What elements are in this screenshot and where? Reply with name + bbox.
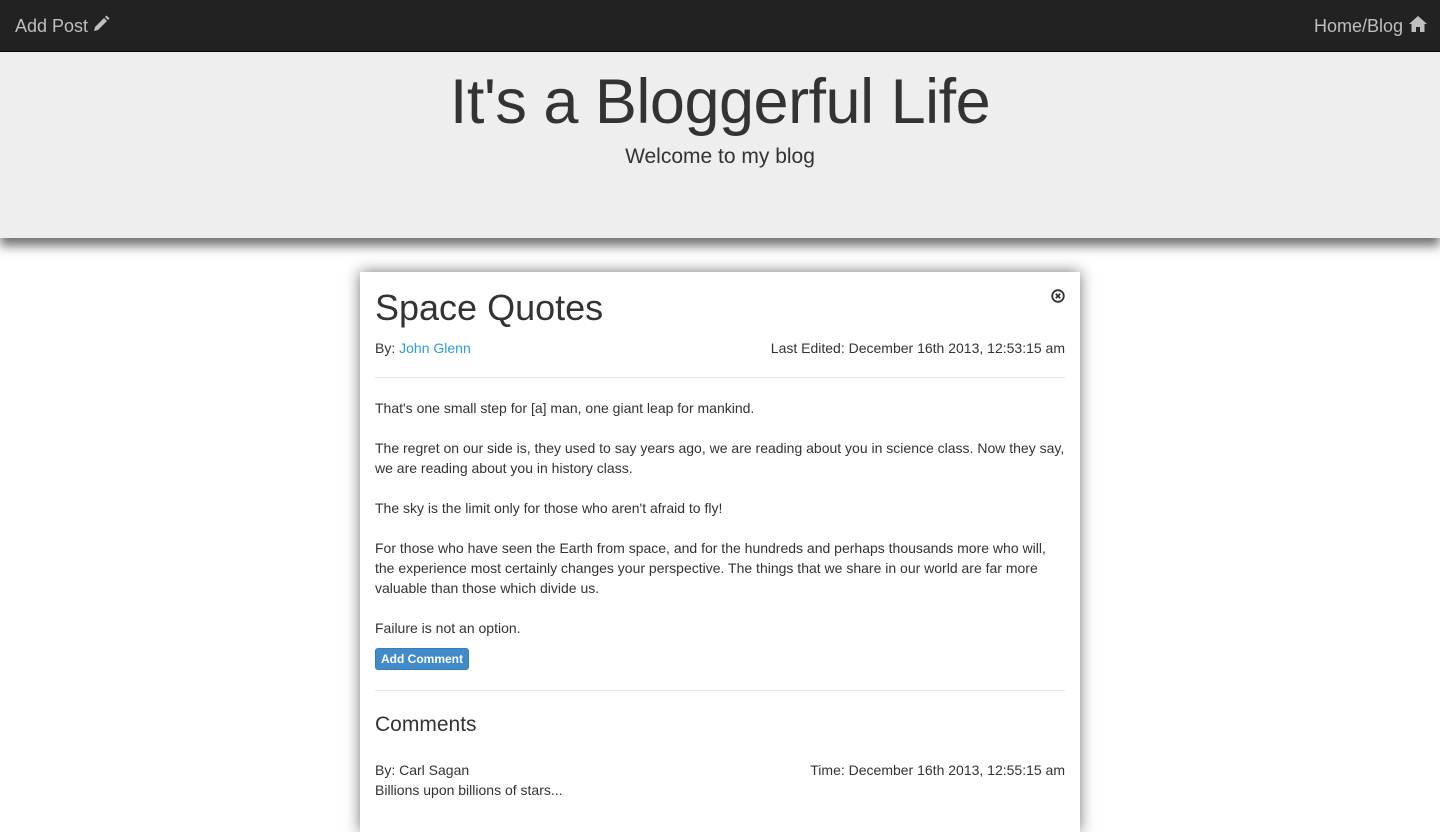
- header-banner: It's a Bloggerful Life Welcome to my blo…: [0, 52, 1440, 238]
- post-paragraph: Failure is not an option.: [375, 620, 521, 636]
- add-post-label: Add Post: [15, 15, 89, 36]
- post-paragraph: The regret on our side is, they used to …: [375, 440, 1065, 476]
- post-meta: By: John Glenn Last Edited: December 16t…: [375, 338, 1065, 358]
- close-circle-icon[interactable]: [1051, 289, 1065, 303]
- site-title: It's a Bloggerful Life: [449, 67, 991, 137]
- author-prefix: By:: [375, 340, 396, 356]
- home-blog-label: Home/Blog: [1313, 15, 1403, 36]
- home-icon: [1403, 15, 1428, 38]
- last-edited: Last Edited: December 16th 2013, 12:53:1…: [770, 340, 1065, 356]
- post-paragraph: For those who have seen the Earth from s…: [375, 540, 1046, 596]
- home-blog-link[interactable]: Home/Blog: [1314, 0, 1428, 52]
- divider: [375, 377, 1065, 378]
- post-title: Space Quotes: [375, 287, 604, 328]
- add-post-link[interactable]: Add Post: [15, 0, 110, 52]
- comments-heading: Comments: [375, 713, 477, 736]
- add-comment-button[interactable]: Add Comment: [375, 648, 469, 670]
- top-navbar: Add Post Home/Blog: [0, 0, 1440, 52]
- comment-meta: By: Carl Sagan Time: December 16th 2013,…: [375, 760, 1065, 780]
- comment-time: Time: December 16th 2013, 12:55:15 am: [810, 762, 1065, 778]
- post-card: Space Quotes By: John Glenn Last Edited:…: [360, 272, 1080, 832]
- post-paragraph: The sky is the limit only for those who …: [375, 500, 723, 516]
- comment-author: By: Carl Sagan: [375, 762, 470, 778]
- author-link[interactable]: John Glenn: [399, 340, 471, 356]
- post-author: By: John Glenn: [375, 338, 471, 358]
- post-body: That's one small step for [a] man, one g…: [375, 398, 1065, 658]
- comment-text: Billions upon billions of stars...: [375, 782, 563, 798]
- site-subtitle: Welcome to my blog: [625, 145, 815, 168]
- pencil-icon: [88, 15, 110, 38]
- post-paragraph: That's one small step for [a] man, one g…: [375, 400, 755, 416]
- divider: [375, 690, 1065, 691]
